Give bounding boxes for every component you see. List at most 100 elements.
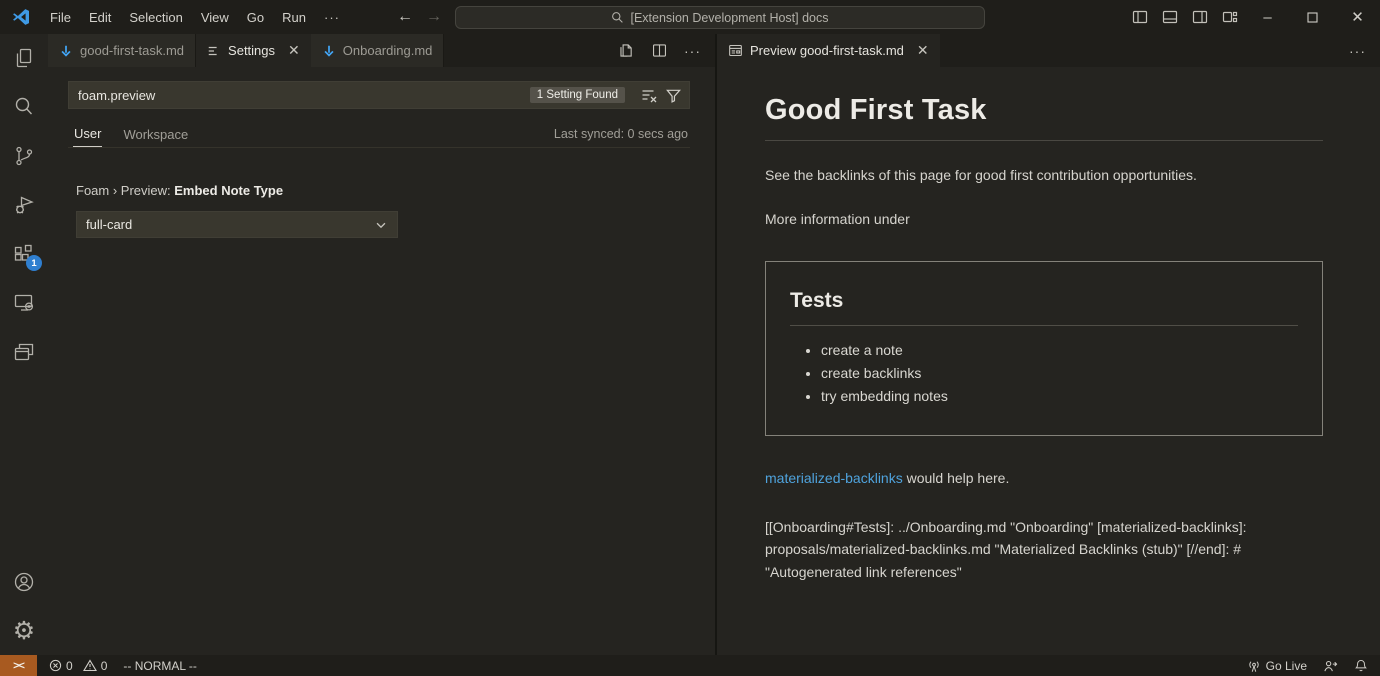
settings-editor: foam.preview 1 Setting Found User: [48, 67, 715, 655]
tab-label: Preview good-first-task.md: [750, 43, 904, 58]
preview-title: Good First Task: [765, 94, 1323, 127]
activity-bar: 1 ⚙: [0, 34, 48, 655]
settings-results-badge[interactable]: 1 Setting Found: [530, 87, 625, 103]
preview-editor-actions: ···: [1349, 34, 1380, 67]
workbench: 1 ⚙: [0, 34, 1380, 655]
extensions-icon[interactable]: 1: [12, 242, 36, 266]
source-control-icon[interactable]: [12, 144, 36, 168]
status-bar: >< 0 0 -- NORMAL -- Go Live: [0, 655, 1380, 676]
go-live-button[interactable]: Go Live: [1247, 659, 1307, 673]
search-view-icon[interactable]: [12, 95, 36, 119]
editor-group-right: Preview good-first-task.md ✕ ··· Good Fi…: [717, 34, 1380, 655]
vscode-logo-icon: [11, 7, 31, 27]
window-controls: – ✕: [1125, 0, 1380, 34]
more-actions-icon[interactable]: ···: [1349, 43, 1366, 59]
title-bar: File Edit Selection View Go Run ··· ← → …: [0, 0, 1380, 34]
search-icon: [611, 11, 624, 24]
accounts-icon[interactable]: [12, 570, 36, 594]
command-center-label: [Extension Development Host] docs: [630, 11, 828, 25]
notifications-bell-icon[interactable]: [1354, 658, 1368, 673]
tab-good-first-task[interactable]: good-first-task.md: [48, 34, 196, 67]
forward-arrow-icon[interactable]: →: [426, 8, 442, 26]
tab-onboarding[interactable]: Onboarding.md: [311, 34, 445, 67]
tab-label: good-first-task.md: [80, 43, 184, 58]
settings-scope-tabs: User Workspace Last synced: 0 secs ago: [68, 119, 690, 148]
settings-editor-icon: [207, 44, 221, 58]
toggle-sidebar-icon[interactable]: [1125, 0, 1155, 34]
markdown-preview: Good First Task See the backlinks of thi…: [717, 67, 1380, 655]
menu-file[interactable]: File: [41, 0, 80, 34]
settings-search-input[interactable]: foam.preview 1 Setting Found: [68, 81, 690, 109]
menu-selection[interactable]: Selection: [120, 0, 191, 34]
settings-search-value: foam.preview: [78, 88, 530, 103]
menu-overflow-button[interactable]: ···: [315, 0, 349, 34]
scope-tab-user[interactable]: User: [73, 121, 102, 147]
materialized-backlinks-link[interactable]: materialized-backlinks: [765, 470, 903, 486]
windows-view-icon[interactable]: [12, 340, 36, 364]
back-arrow-icon[interactable]: ←: [397, 8, 413, 26]
markdown-file-icon: [322, 44, 336, 58]
menu-bar: File Edit Selection View Go Run ···: [41, 0, 349, 34]
setting-name: Embed Note Type: [174, 183, 283, 198]
menu-go[interactable]: Go: [238, 0, 273, 34]
explorer-icon[interactable]: [12, 46, 36, 70]
run-debug-icon[interactable]: [12, 193, 36, 217]
minimize-button[interactable]: –: [1245, 0, 1290, 34]
backlink-tail: would help here.: [903, 470, 1010, 486]
broadcast-icon: [1247, 659, 1261, 673]
markdown-preview-icon: [728, 43, 743, 58]
menu-view[interactable]: View: [192, 0, 238, 34]
embed-note-type-dropdown[interactable]: full-card: [76, 211, 398, 238]
history-nav: ← →: [397, 0, 442, 34]
close-tab-icon[interactable]: ✕: [288, 42, 300, 59]
remote-explorer-icon[interactable]: [12, 291, 36, 315]
list-item: create a note: [821, 342, 1298, 358]
menu-edit[interactable]: Edit: [80, 0, 120, 34]
chevron-down-icon: [374, 218, 388, 232]
close-tab-icon[interactable]: ✕: [917, 42, 929, 59]
preview-more-info: More information under: [765, 209, 1323, 229]
go-live-label: Go Live: [1266, 659, 1307, 673]
tab-label: Onboarding.md: [343, 43, 433, 58]
remote-indicator[interactable]: ><: [0, 655, 37, 676]
customize-layout-icon[interactable]: [1215, 0, 1245, 34]
status-bar-right: Go Live: [1247, 658, 1380, 673]
last-synced-label: Last synced: 0 secs ago: [554, 127, 690, 147]
setting-item-embed-note-type: Foam › Preview: Embed Note Type full-car…: [68, 183, 690, 238]
backlink-line: materialized-backlinks would help here.: [765, 468, 1323, 488]
filter-funnel-icon[interactable]: [664, 86, 682, 104]
scope-tab-workspace[interactable]: Workspace: [122, 122, 189, 147]
vscode-window: File Edit Selection View Go Run ··· ← → …: [0, 0, 1380, 676]
preview-intro: See the backlinks of this page for good …: [765, 165, 1323, 185]
open-settings-json-icon[interactable]: [618, 42, 635, 59]
toggle-panel-icon[interactable]: [1155, 0, 1185, 34]
setting-category: Foam › Preview:: [76, 183, 174, 198]
right-tab-strip: Preview good-first-task.md ✕ ···: [717, 34, 1380, 67]
toggle-secondary-sidebar-icon[interactable]: [1185, 0, 1215, 34]
manage-gear-icon[interactable]: ⚙: [12, 619, 36, 643]
tab-preview-good-first-task[interactable]: Preview good-first-task.md ✕: [717, 34, 940, 67]
error-count: 0: [66, 659, 73, 673]
dropdown-value: full-card: [86, 217, 132, 232]
vim-mode-indicator[interactable]: -- NORMAL --: [123, 659, 197, 673]
left-tab-strip: good-first-task.md Settings ✕ Onboarding…: [48, 34, 715, 67]
link-references: [[Onboarding#Tests]: ../Onboarding.md "O…: [765, 516, 1323, 583]
command-center-search[interactable]: [Extension Development Host] docs: [455, 6, 985, 29]
more-actions-icon[interactable]: ···: [684, 43, 701, 59]
tab-settings[interactable]: Settings ✕: [196, 34, 311, 67]
editor-actions: ···: [618, 34, 715, 67]
title-divider: [765, 140, 1323, 141]
problems-status[interactable]: 0 0: [49, 659, 107, 673]
markdown-file-icon: [59, 44, 73, 58]
extensions-badge: 1: [26, 255, 42, 271]
maximize-button[interactable]: [1290, 0, 1335, 34]
close-window-button[interactable]: ✕: [1335, 0, 1380, 34]
menu-run[interactable]: Run: [273, 0, 315, 34]
tab-label: Settings: [228, 43, 275, 58]
error-icon: [49, 659, 62, 672]
live-share-icon[interactable]: [1323, 659, 1338, 673]
card-list: create a note create backlinks try embed…: [790, 342, 1298, 404]
setting-label: Foam › Preview: Embed Note Type: [76, 183, 690, 198]
clear-filters-icon[interactable]: [640, 86, 658, 104]
split-editor-icon[interactable]: [651, 42, 668, 59]
